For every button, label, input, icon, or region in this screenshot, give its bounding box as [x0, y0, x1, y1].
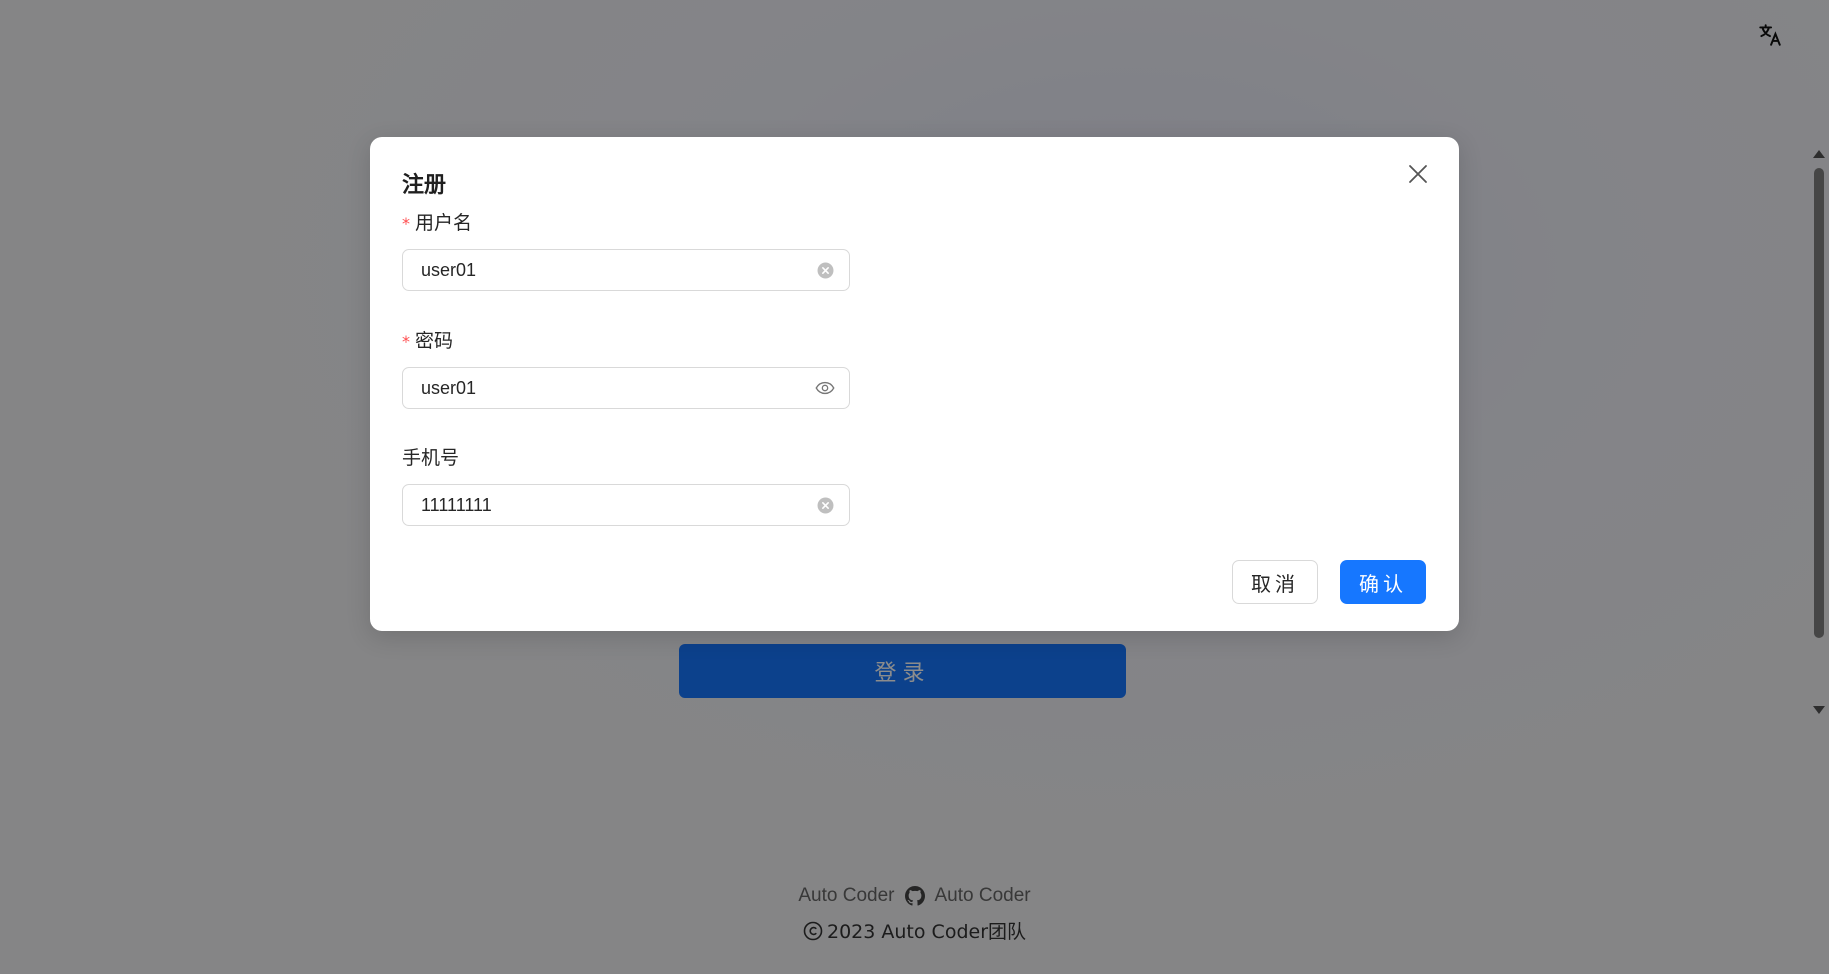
required-mark: *	[402, 332, 410, 351]
phone-input-wrapper[interactable]	[402, 484, 850, 526]
cancel-button[interactable]: 取消	[1232, 560, 1318, 604]
username-input-wrapper[interactable]	[402, 249, 850, 291]
username-label: * 用户名	[402, 212, 473, 234]
phone-input[interactable]	[419, 493, 815, 517]
password-input-wrapper[interactable]	[402, 367, 850, 409]
phone-clear-button[interactable]	[815, 495, 835, 515]
required-mark: *	[402, 214, 410, 233]
phone-field: 手机号	[402, 444, 850, 526]
password-field: * 密码	[402, 327, 850, 409]
clear-icon	[817, 497, 833, 513]
close-icon	[1409, 165, 1427, 183]
clear-icon	[817, 262, 833, 278]
username-field: * 用户名	[402, 209, 850, 291]
modal-title: 注册	[402, 173, 447, 198]
password-label: * 密码	[402, 330, 454, 352]
phone-label: 手机号	[402, 447, 460, 469]
username-clear-button[interactable]	[815, 260, 835, 280]
close-button[interactable]	[1403, 159, 1433, 189]
register-modal: 注册 *用户名 *密码	[370, 137, 1459, 631]
password-visibility-toggle[interactable]	[815, 378, 835, 398]
username-input[interactable]	[419, 258, 815, 282]
password-input[interactable]	[419, 376, 815, 400]
confirm-button[interactable]: 确认	[1340, 560, 1426, 604]
eye-icon	[815, 381, 835, 395]
